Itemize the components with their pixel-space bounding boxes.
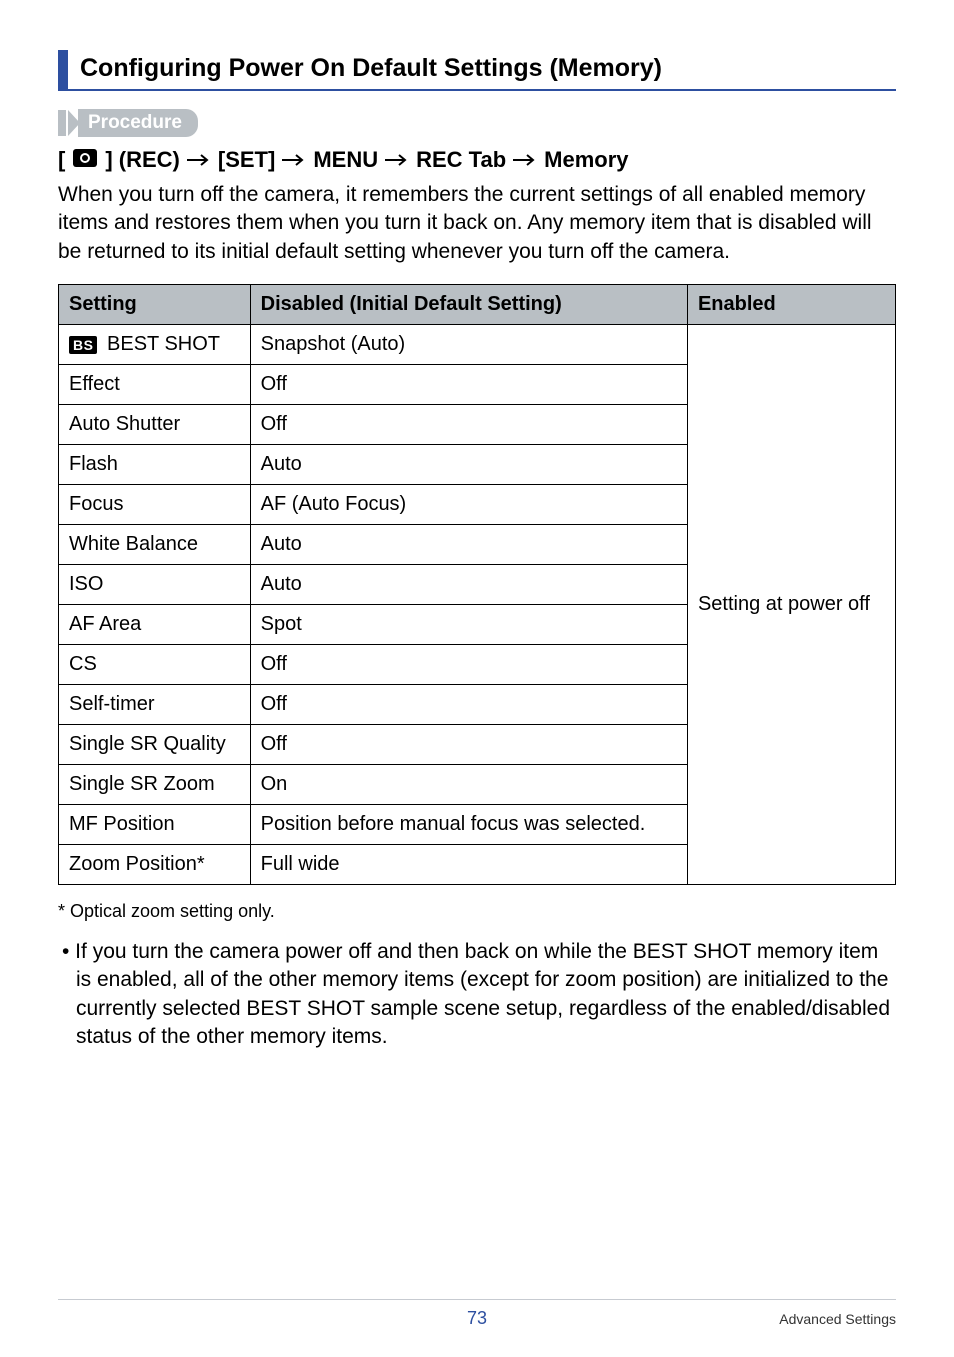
- col-header-disabled: Disabled (Initial Default Setting): [250, 285, 687, 325]
- section-heading: Configuring Power On Default Settings (M…: [58, 50, 896, 91]
- cell-setting: MF Position: [59, 805, 251, 845]
- arrow-right-icon: [186, 147, 212, 173]
- cell-disabled: Off: [250, 685, 687, 725]
- cell-disabled: Auto: [250, 565, 687, 605]
- arrow-right-icon: [281, 147, 307, 173]
- cell-disabled: Auto: [250, 525, 687, 565]
- procedure-label-row: Procedure: [58, 109, 896, 137]
- col-header-setting: Setting: [59, 285, 251, 325]
- cell-setting: BS BEST SHOT: [59, 325, 251, 365]
- cell-enabled: Setting at power off: [687, 325, 895, 885]
- page-container: Configuring Power On Default Settings (M…: [0, 0, 954, 1357]
- best-shot-icon: BS: [69, 336, 97, 354]
- breadcrumb-part-rectab: REC Tab: [416, 147, 506, 173]
- cell-disabled: On: [250, 765, 687, 805]
- cell-setting: Single SR Quality: [59, 725, 251, 765]
- breadcrumb-bracket-open: [: [58, 147, 65, 173]
- cell-disabled: AF (Auto Focus): [250, 485, 687, 525]
- cell-disabled: Off: [250, 645, 687, 685]
- breadcrumb: [ ] (REC) [SET] MENU REC Tab Memory: [58, 147, 896, 173]
- settings-table: Setting Disabled (Initial Default Settin…: [58, 284, 896, 885]
- footnote: * Optical zoom setting only.: [58, 901, 896, 922]
- heading-accent-bar: [58, 50, 68, 89]
- arrow-right-icon: [384, 147, 410, 173]
- table-header-row: Setting Disabled (Initial Default Settin…: [59, 285, 896, 325]
- cell-disabled: Position before manual focus was selecte…: [250, 805, 687, 845]
- cell-disabled: Auto: [250, 445, 687, 485]
- cell-disabled: Spot: [250, 605, 687, 645]
- cell-disabled: Off: [250, 365, 687, 405]
- cell-setting: Single SR Zoom: [59, 765, 251, 805]
- cell-setting: White Balance: [59, 525, 251, 565]
- breadcrumb-part-menu: MENU: [313, 147, 378, 173]
- cell-setting: Zoom Position*: [59, 845, 251, 885]
- cell-disabled: Full wide: [250, 845, 687, 885]
- page-footer: 73 Advanced Settings: [58, 1299, 896, 1329]
- cell-setting: Focus: [59, 485, 251, 525]
- camera-icon: [73, 147, 97, 173]
- cell-setting: Auto Shutter: [59, 405, 251, 445]
- intro-paragraph: When you turn off the camera, it remembe…: [58, 181, 896, 266]
- cell-setting: Effect: [59, 365, 251, 405]
- cell-setting: Self-timer: [59, 685, 251, 725]
- breadcrumb-part-set: [SET]: [218, 147, 275, 173]
- page-number: 73: [467, 1308, 487, 1329]
- cell-disabled: Off: [250, 405, 687, 445]
- cell-setting: CS: [59, 645, 251, 685]
- note-bullet: • If you turn the camera power off and t…: [58, 938, 896, 1051]
- page-title: Configuring Power On Default Settings (M…: [80, 50, 662, 89]
- arrow-right-icon: [512, 147, 538, 173]
- cell-disabled: Off: [250, 725, 687, 765]
- procedure-label: Procedure: [78, 109, 198, 137]
- cell-disabled: Snapshot (Auto): [250, 325, 687, 365]
- col-header-enabled: Enabled: [687, 285, 895, 325]
- breadcrumb-part-rec: ] (REC): [105, 147, 180, 173]
- cell-setting: Flash: [59, 445, 251, 485]
- procedure-accent-bar: [58, 110, 66, 136]
- breadcrumb-part-memory: Memory: [544, 147, 628, 173]
- table-row: BS BEST SHOT Snapshot (Auto) Setting at …: [59, 325, 896, 365]
- cell-setting: ISO: [59, 565, 251, 605]
- cell-setting-label: BEST SHOT: [107, 333, 220, 355]
- cell-setting: AF Area: [59, 605, 251, 645]
- footer-section-name: Advanced Settings: [779, 1311, 896, 1327]
